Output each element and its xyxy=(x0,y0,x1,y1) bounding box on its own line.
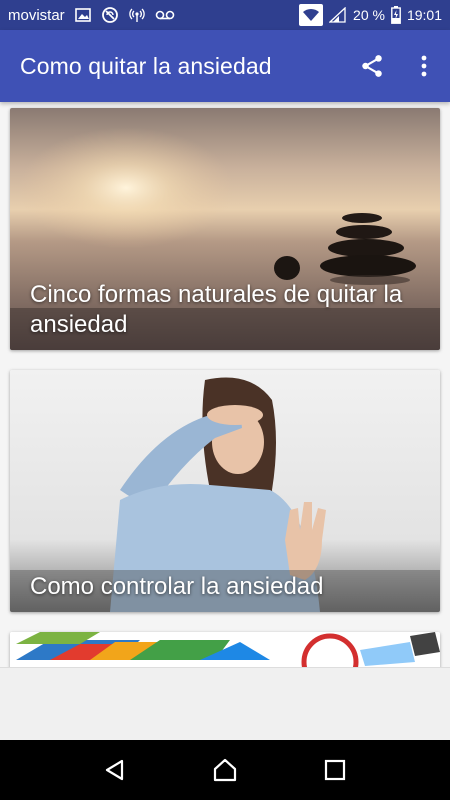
carrier-name: movistar xyxy=(8,6,65,24)
more-vert-icon xyxy=(421,55,427,77)
back-button[interactable] xyxy=(85,740,145,800)
status-right: 20 % 19:01 xyxy=(299,4,442,26)
wifi-icon xyxy=(299,4,324,26)
home-button[interactable] xyxy=(195,740,255,800)
share-icon xyxy=(362,55,382,77)
article-title: Cinco formas naturales de quitar la ansi… xyxy=(30,281,403,338)
battery-percent: 20 % xyxy=(353,7,385,23)
clock: 19:01 xyxy=(406,7,442,23)
more-options-button[interactable] xyxy=(398,30,450,102)
recents-button[interactable] xyxy=(305,740,365,800)
back-icon xyxy=(105,759,124,781)
battery-charging-icon xyxy=(391,6,401,24)
image-icon xyxy=(74,8,91,22)
article-list[interactable]: Cinco formas naturales de quitar la ansi… xyxy=(0,102,450,667)
status-bar: movistar 20 % 19:01 xyxy=(0,0,450,30)
share-button[interactable] xyxy=(346,30,398,102)
recents-icon xyxy=(324,759,346,781)
home-icon xyxy=(213,758,237,782)
status-left: movistar xyxy=(8,6,175,24)
blank-footer-area xyxy=(0,667,450,740)
article-title: Como controlar la ansiedad xyxy=(30,573,324,600)
voicemail-icon xyxy=(155,9,175,21)
arrows-illustration-image xyxy=(10,632,440,667)
signal-icon xyxy=(329,7,347,23)
article-card[interactable] xyxy=(10,632,440,667)
article-card[interactable]: Cinco formas naturales de quitar la ansi… xyxy=(10,108,440,350)
hotspot-icon xyxy=(128,7,145,23)
no-sync-icon xyxy=(101,6,119,24)
app-bar: Como quitar la ansiedad xyxy=(0,30,450,102)
navigation-bar xyxy=(0,740,450,800)
app-title: Como quitar la ansiedad xyxy=(20,52,272,79)
article-card[interactable]: Como controlar la ansiedad xyxy=(10,370,440,612)
app-actions xyxy=(346,30,450,102)
